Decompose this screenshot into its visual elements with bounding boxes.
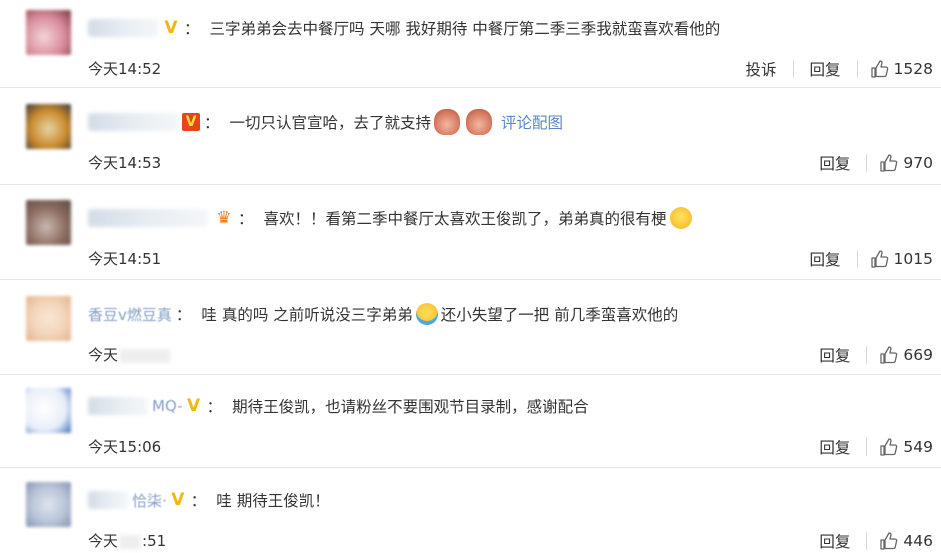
v-badge-icon: V [171,490,185,510]
reply-button[interactable]: 回复 [815,152,854,174]
comment-actions: 回复 1015 [806,248,933,270]
thumbs-up-icon [880,154,898,172]
separator [866,438,868,456]
like-button[interactable]: 669 [879,345,933,365]
separator [856,250,858,268]
avatar[interactable] [26,388,71,433]
divider [0,279,941,280]
thumbs-up-icon [880,532,898,550]
divider [0,87,941,88]
comment-time: 今天 [88,344,171,365]
report-button[interactable]: 投诉 [742,58,781,80]
avatar[interactable] [26,104,71,149]
comment-line: 恰柒· V ： 哇 期待王俊凯！ [88,487,330,513]
divider [0,374,941,375]
separator [866,154,868,172]
time-visible-suffix: :51 [142,532,167,550]
reply-button[interactable]: 回复 [806,248,845,270]
comment-list: V ： 三字弟弟会去中餐厅吗 天哪 我好期待 中餐厅第二季三季我就蛮喜欢看他的 … [0,0,941,553]
comment-text: 一切只认官宣哈，去了就支持 [229,114,432,132]
comment-text: 哇 真的吗 之前听说没三字弟弟 [201,306,413,324]
username-link[interactable] [88,397,148,415]
like-button[interactable]: 446 [879,531,933,551]
time-blurred [120,348,171,363]
comment-text-continued: 还小失望了一把 前几季蛮喜欢他的 [440,306,679,324]
comment-actions: 回复 446 [815,530,933,552]
like-button[interactable]: 1015 [870,249,933,269]
separator [866,532,868,550]
like-count: 669 [903,346,933,364]
cry-laugh-emoji-icon [415,303,438,325]
like-count: 1528 [893,60,933,78]
v-badge-icon: V [187,396,201,416]
colon: ： [206,398,223,416]
comment-time: 今天 :51 [88,530,166,551]
comment-time: 今天14:53 [88,154,162,172]
laugh-emoji-icon [669,207,692,229]
username-link[interactable] [88,491,128,509]
separator [856,60,858,78]
like-count: 446 [903,532,933,550]
comment-actions: 回复 669 [815,344,933,366]
colon: ： [238,210,254,228]
thumbs-up-icon [870,250,888,268]
comment-text: 期待王俊凯，也请粉丝不要围观节目录制，感谢配合 [232,398,589,416]
avatar[interactable] [26,296,71,341]
username-suffix[interactable]: MQ- [152,397,183,415]
username-link[interactable] [88,113,178,131]
monkey-emoji-icon [466,109,493,135]
reply-button[interactable]: 回复 [815,530,854,552]
like-button[interactable]: 1528 [870,59,933,79]
thumbs-up-icon [880,438,898,456]
username-link[interactable] [88,19,158,37]
comment-line: MQ- V ： 期待王俊凯，也请粉丝不要围观节目录制，感谢配合 [88,393,589,419]
comment-time: 今天15:06 [88,438,162,456]
colon: ： [175,306,192,324]
time-blurred [119,534,142,549]
like-count: 1015 [893,250,933,268]
colon: ： [190,492,207,510]
time-visible: 今天 [88,346,119,364]
thumbs-up-icon [870,60,888,78]
comment-line: ♛ ： 喜欢！！看第二季中餐厅太喜欢王俊凯了，弟弟真的很有梗 [88,205,695,231]
comment-time: 今天14:52 [88,60,162,78]
colon: ： [184,20,200,38]
comment-text: 三字弟弟会去中餐厅吗 天哪 我好期待 中餐厅第二季三季我就蛮喜欢看他的 [209,20,721,38]
crown-icon: ♛ [216,208,232,228]
v-badge-icon: V [164,18,178,38]
time-visible: 今天 [88,532,119,550]
colon: ： [204,114,220,132]
comment-line: V ： 三字弟弟会去中餐厅吗 天哪 我好期待 中餐厅第二季三季我就蛮喜欢看他的 [88,15,720,41]
reply-button[interactable]: 回复 [815,344,854,366]
monkey-emoji-icon [434,109,461,135]
avatar[interactable] [26,10,71,55]
username-suffix[interactable]: 恰柒· [132,490,167,511]
v-badge-icon: V [182,113,200,131]
username-link[interactable]: 香豆v燃豆真 [88,304,172,325]
avatar[interactable] [26,482,71,527]
divider [0,184,941,185]
like-count: 549 [903,438,933,456]
like-button[interactable]: 970 [879,153,933,173]
like-button[interactable]: 549 [879,437,933,457]
comment-actions: 回复 970 [815,152,933,174]
comment-line: V ： 一切只认官宣哈，去了就支持 评论配图 [88,109,563,135]
like-count: 970 [903,154,933,172]
comment-actions: 投诉 回复 1528 [742,58,933,80]
comment-line: 香豆v燃豆真 ： 哇 真的吗 之前听说没三字弟弟 还小失望了一把 前几季蛮喜欢他… [88,301,678,327]
avatar[interactable] [26,200,71,245]
reply-button[interactable]: 回复 [815,436,854,458]
comment-text: 哇 期待王俊凯！ [216,492,330,510]
username-link[interactable] [88,209,208,227]
separator [792,60,794,78]
comment-actions: 回复 549 [815,436,933,458]
separator [866,346,868,364]
comment-text: 喜欢！！看第二季中餐厅太喜欢王俊凯了，弟弟真的很有梗 [263,210,667,228]
thumbs-up-icon [880,346,898,364]
comment-image-link[interactable]: 评论配图 [501,111,563,133]
reply-button[interactable]: 回复 [806,58,845,80]
comment-time: 今天14:51 [88,250,162,268]
divider [0,467,941,468]
